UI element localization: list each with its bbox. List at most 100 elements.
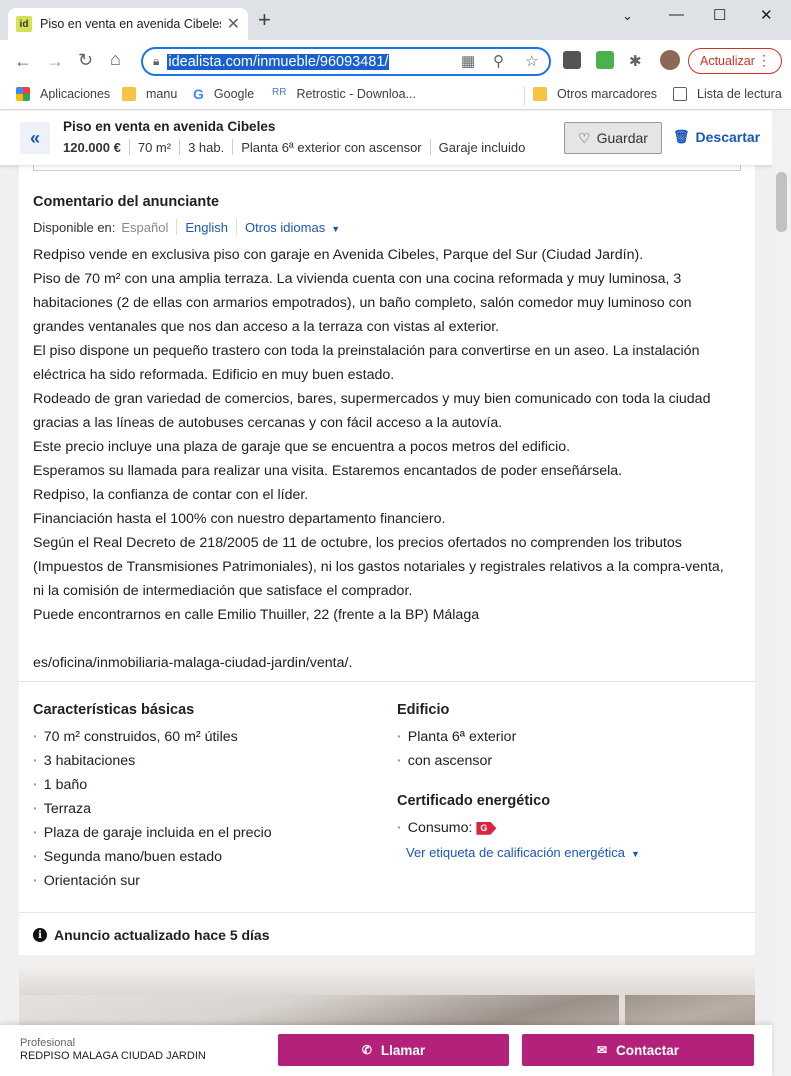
browser-tab[interactable]: id Piso en venta en avenida Cibeles ✕ bbox=[8, 8, 248, 40]
update-notice: i Anuncio actualizado hace 5 días bbox=[33, 927, 270, 943]
bookmark-manu[interactable]: manu bbox=[122, 87, 177, 101]
lock-icon[interactable]: 🔒︎ bbox=[153, 54, 159, 69]
section-divider bbox=[19, 912, 755, 913]
discard-button[interactable]: 🗑︎ Descartar bbox=[673, 129, 760, 145]
back-double-chevron-icon[interactable]: « bbox=[20, 122, 50, 154]
other-languages-label: Otros idiomas bbox=[245, 219, 326, 235]
page-scrollbar[interactable] bbox=[772, 111, 791, 1076]
phone-icon: ✆ bbox=[361, 1043, 372, 1057]
google-icon: G bbox=[193, 86, 204, 102]
back-arrow-icon[interactable]: ← bbox=[14, 51, 32, 72]
reading-list[interactable]: Lista de lectura bbox=[673, 87, 782, 101]
feature-item: 3 habitaciones bbox=[33, 749, 272, 773]
menu-dots-icon[interactable]: ⋮ bbox=[757, 52, 771, 69]
comment-heading: Comentario del anunciante bbox=[33, 194, 220, 210]
energy-list: Consumo:G bbox=[397, 816, 497, 840]
zoom-icon[interactable]: ⚲ bbox=[493, 52, 504, 70]
extensions-puzzle-icon[interactable]: ✱ bbox=[629, 52, 642, 70]
reading-list-icon bbox=[673, 87, 687, 101]
description-line: Puede encontrarnos en calle Emilio Thuil… bbox=[33, 607, 480, 623]
photo-ceiling bbox=[19, 965, 755, 995]
basic-features-list: 70 m² construidos, 60 m² útiles 3 habita… bbox=[33, 725, 272, 893]
bookmark-divider bbox=[524, 86, 525, 106]
bookmark-label: Google bbox=[213, 87, 255, 101]
apps-grid-icon bbox=[16, 87, 30, 101]
address-bar[interactable]: 🔒︎ idealista.com/inmueble/96093481/ bbox=[141, 47, 551, 76]
building-item: Planta 6ª exterior bbox=[397, 725, 517, 749]
description-text: Redpiso vende en exclusiva piso con gara… bbox=[33, 243, 743, 675]
feature-item: Plaza de garaje incluida en el precio bbox=[33, 821, 272, 845]
area: 70 m² bbox=[137, 139, 172, 155]
description-line: Rodeado de gran variedad de comercios, b… bbox=[33, 391, 711, 407]
energy-label-link[interactable]: Ver etiqueta de calificación energética ▼ bbox=[406, 845, 640, 860]
tab-search-icon[interactable]: ⌄ bbox=[622, 8, 633, 24]
info-icon: i bbox=[33, 928, 47, 942]
feature-item: Terraza bbox=[33, 797, 272, 821]
advertiser-type: Profesional bbox=[20, 1037, 76, 1049]
feature-item: 1 baño bbox=[33, 773, 272, 797]
extension-green-icon[interactable] bbox=[596, 51, 614, 69]
description-line: El piso dispone un pequeño trastero con … bbox=[33, 343, 700, 359]
garage: Garaje incluido bbox=[438, 139, 526, 155]
bookmark-retrostic[interactable]: RR Retrostic - Downloa... bbox=[272, 87, 416, 101]
discard-label: Descartar bbox=[695, 129, 761, 145]
feature-item: 70 m² construidos, 60 m² útiles bbox=[33, 725, 272, 749]
profile-avatar[interactable] bbox=[660, 50, 680, 70]
close-window-icon[interactable]: ✕ bbox=[760, 6, 773, 24]
save-button[interactable]: ♡ Guardar bbox=[564, 122, 662, 154]
agency-name: REDPISO MALAGA CIUDAD JARDIN bbox=[20, 1050, 206, 1062]
bookmark-other[interactable]: Otros marcadores bbox=[533, 87, 657, 101]
bookmark-label: Aplicaciones bbox=[40, 87, 111, 101]
section-divider bbox=[19, 681, 755, 682]
lang-english-link[interactable]: English bbox=[185, 220, 228, 235]
close-tab-icon[interactable]: ✕ bbox=[227, 14, 240, 34]
description-line: Financiación hasta el 100% con nuestro d… bbox=[33, 511, 446, 527]
caret-down-icon: ▼ bbox=[630, 849, 640, 859]
update-button[interactable]: Actualizar ⋮ bbox=[688, 48, 782, 74]
qr-code-icon[interactable]: ▦ bbox=[461, 52, 475, 70]
reload-icon[interactable]: ↻ bbox=[78, 50, 93, 71]
new-tab-icon[interactable]: + bbox=[258, 9, 271, 31]
maximize-icon[interactable]: ☐ bbox=[713, 6, 726, 24]
call-button[interactable]: ✆ Llamar bbox=[278, 1034, 509, 1066]
contact-label: Contactar bbox=[616, 1042, 680, 1058]
idealista-favicon-icon: id bbox=[16, 16, 32, 32]
description-line: gracias a las líneas de autobuses cercan… bbox=[33, 415, 503, 431]
language-selector: Disponible en: Español English Otros idi… bbox=[33, 219, 340, 235]
bookmark-label: Lista de lectura bbox=[697, 87, 782, 101]
bookmark-google[interactable]: G Google bbox=[193, 86, 254, 102]
save-label: Guardar bbox=[596, 130, 648, 146]
bookmark-label: Otros marcadores bbox=[557, 87, 658, 101]
trash-icon: 🗑︎ bbox=[673, 129, 690, 144]
bookmark-label: manu bbox=[146, 87, 178, 101]
building-heading: Edificio bbox=[397, 702, 450, 718]
bookmark-label: Retrostic - Downloa... bbox=[296, 87, 416, 101]
rooms: 3 hab. bbox=[188, 139, 225, 155]
lang-spanish: Español bbox=[121, 219, 169, 235]
minimize-icon[interactable]: — bbox=[669, 6, 684, 23]
tab-title: Piso en venta en avenida Cibeles bbox=[40, 17, 221, 31]
forward-arrow-icon[interactable]: → bbox=[46, 51, 64, 72]
bookmark-apps[interactable]: Aplicaciones bbox=[16, 87, 110, 101]
other-languages-dropdown[interactable]: Otros idiomas ▼ bbox=[245, 220, 340, 235]
description-last-line: es/oficina/inmobiliaria-malaga-ciudad-ja… bbox=[33, 655, 353, 671]
consumption-label: Consumo: bbox=[407, 820, 473, 836]
home-icon[interactable]: ⌂ bbox=[110, 49, 121, 70]
description-line: ni la comisión de intermediación que sat… bbox=[33, 583, 413, 599]
contact-button[interactable]: ✉ Contactar bbox=[522, 1034, 754, 1066]
description-line: habitaciones (2 de ellas con armarios em… bbox=[33, 295, 692, 311]
bookmark-star-icon[interactable]: ☆ bbox=[525, 52, 538, 70]
price: 120.000 € bbox=[63, 139, 121, 155]
url-text[interactable]: idealista.com/inmueble/96093481/ bbox=[167, 53, 390, 70]
description-line: Piso de 70 m² con una amplia terraza. La… bbox=[33, 271, 682, 287]
description-line: Este precio incluye una plaza de garaje … bbox=[33, 439, 571, 455]
caret-down-icon: ▼ bbox=[331, 223, 341, 234]
description-line: Esperamos su llamada para realizar una v… bbox=[33, 463, 623, 479]
scrollbar-thumb[interactable] bbox=[776, 172, 787, 232]
extension-icon[interactable] bbox=[563, 51, 581, 69]
energy-consumption: Consumo:G bbox=[397, 816, 497, 840]
energy-rating-badge: G bbox=[476, 821, 497, 835]
description-line: eléctrica ha sido reformada. Edificio en… bbox=[33, 367, 395, 383]
folder-icon bbox=[533, 87, 547, 101]
feature-item: Orientación sur bbox=[33, 869, 272, 893]
